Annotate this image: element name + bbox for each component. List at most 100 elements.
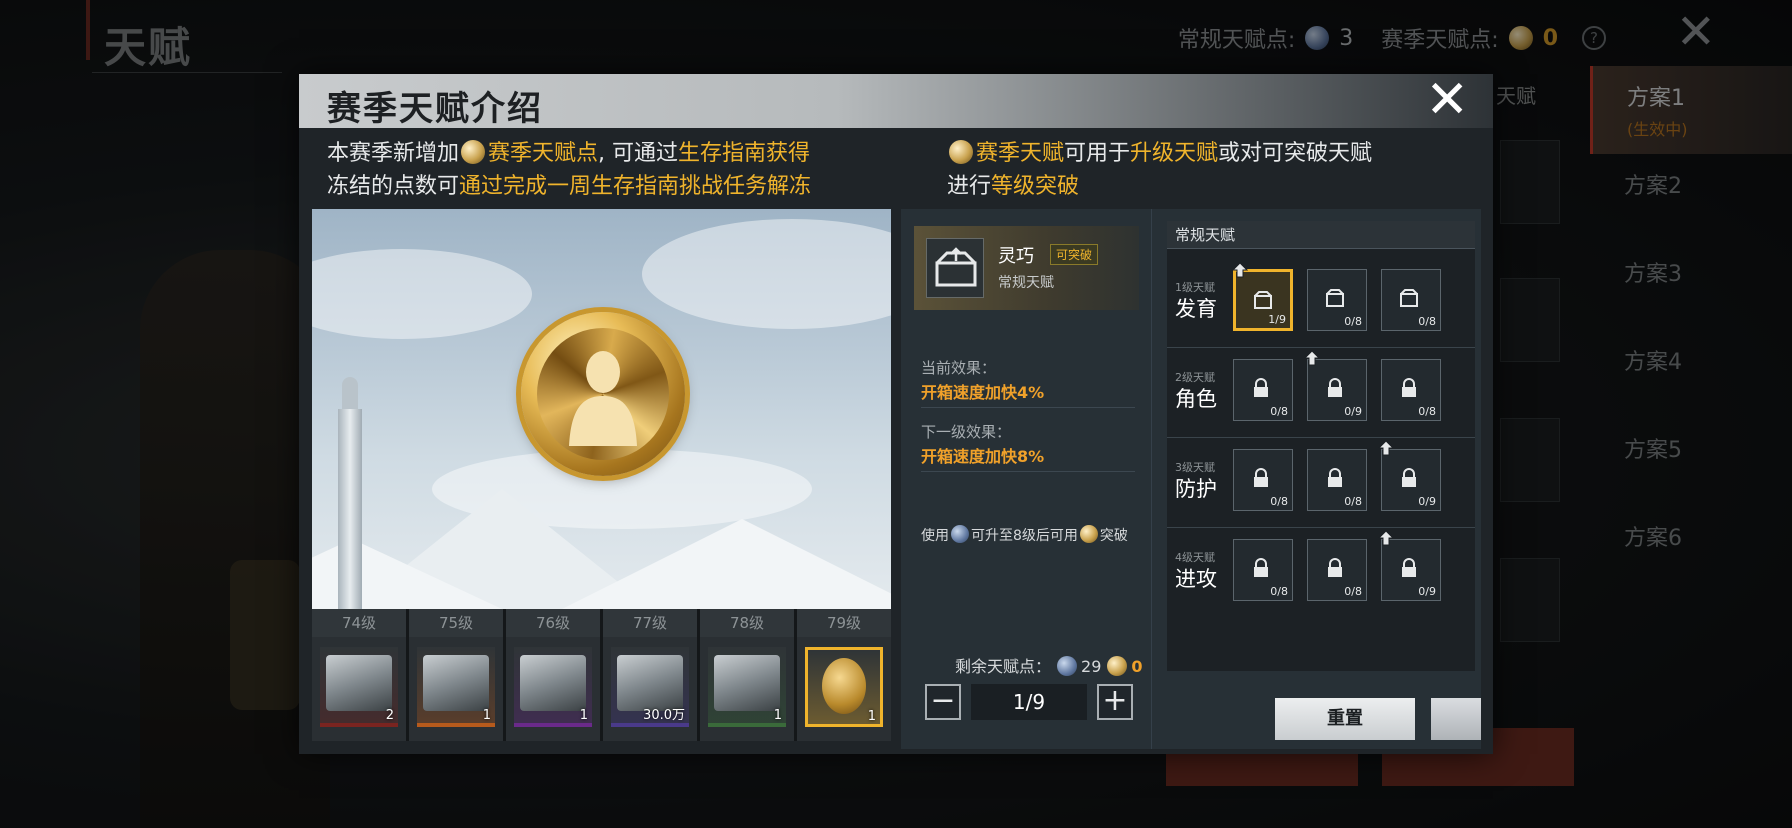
- description-right: 赛季天赋可用于升级天赋或对可突破天赋 进行等级突破: [947, 137, 1372, 203]
- reward-icon: [822, 658, 866, 714]
- remaining-normal-value: 29: [1081, 657, 1102, 676]
- next-effect-label: 下一级效果：: [921, 423, 1012, 441]
- reward-icon: [423, 655, 489, 711]
- desc-text: 本赛季新增加: [327, 141, 460, 166]
- divider: [921, 407, 1135, 408]
- node-level: 0/8: [1344, 315, 1362, 328]
- talent-icon: [1400, 289, 1418, 307]
- talent-node[interactable]: 0/8: [1233, 359, 1293, 421]
- upgrade-arrow-icon: [1232, 262, 1248, 278]
- level-label: 78级: [700, 609, 794, 637]
- reward-icon: [326, 655, 392, 711]
- reward-count: 1: [482, 708, 491, 723]
- lock-icon: [1328, 468, 1342, 487]
- lock-icon: [1402, 558, 1416, 577]
- node-level: 0/9: [1418, 495, 1436, 508]
- season-talent-modal: 赛季天赋介绍 ✕ 本赛季新增加 赛季天赋点, 可通过生存指南获得 冻结的点数可通过…: [299, 72, 1493, 754]
- reset-button[interactable]: 重置: [1275, 698, 1415, 740]
- reward-item: 1: [417, 647, 495, 727]
- talent-node[interactable]: 0/9: [1378, 530, 1441, 601]
- selected-talent-card: 灵巧 可突破 常规天赋: [914, 226, 1139, 310]
- panel-divider: [1151, 209, 1152, 749]
- talent-node[interactable]: 0/9: [1378, 440, 1441, 511]
- level-label: 79级: [797, 609, 891, 637]
- reward-icon: [714, 655, 780, 711]
- level-reward-4[interactable]: 78级 1: [700, 609, 794, 741]
- medal-face: [537, 328, 669, 460]
- hint-text: 突破: [1099, 528, 1128, 544]
- level-stepper: − 1/9 +: [925, 684, 1133, 722]
- level-label: 74级: [312, 609, 406, 637]
- level-label: 75级: [409, 609, 503, 637]
- confirm-button[interactable]: [1431, 698, 1481, 740]
- lock-icon: [1254, 558, 1268, 577]
- reward-icon: [617, 655, 683, 711]
- talent-node[interactable]: 1/9: [1232, 262, 1293, 331]
- tier-name: 角色: [1175, 387, 1217, 411]
- node-level: 0/8: [1344, 585, 1362, 598]
- cloud: [642, 219, 891, 329]
- breakable-tag: 可突破: [1050, 244, 1099, 265]
- remaining-label: 剩余天赋点：: [955, 657, 1052, 676]
- close-icon[interactable]: ✕: [1425, 72, 1469, 128]
- normal-point-icon: [1057, 656, 1078, 676]
- hint-text: 使用: [921, 528, 949, 544]
- level-reward-1[interactable]: 75级 1: [409, 609, 503, 741]
- level-reward-0[interactable]: 74级 2: [312, 609, 406, 741]
- season-point-illustration: [312, 209, 891, 609]
- lock-icon: [1254, 378, 1268, 397]
- node-level: 0/8: [1270, 405, 1288, 418]
- upgrade-arrow-icon: [1378, 440, 1394, 456]
- node-level: 0/8: [1270, 585, 1288, 598]
- node-level: 0/9: [1344, 405, 1362, 418]
- current-effect-value: 开箱速度加快4%: [921, 383, 1045, 402]
- tier-divider: [1167, 347, 1475, 348]
- talent-detail-panel: 灵巧 可突破 常规天赋 当前效果： 开箱速度加快4% 下一级效果： 开箱速度加快…: [901, 209, 1481, 749]
- modal-header: 赛季天赋介绍 ✕: [299, 72, 1493, 129]
- reward-count: 1: [773, 708, 782, 723]
- lock-icon: [1328, 378, 1342, 397]
- season-point-icon: [461, 140, 486, 164]
- description-left: 本赛季新增加 赛季天赋点, 可通过生存指南获得 冻结的点数可通过完成一周生存指南挑…: [327, 137, 811, 203]
- level-reward-2[interactable]: 76级 1: [506, 609, 600, 741]
- talent-node[interactable]: 0/8: [1307, 449, 1367, 511]
- talent-node[interactable]: 0/8: [1381, 359, 1441, 421]
- talent-icon: [1326, 289, 1344, 307]
- tower: [338, 409, 362, 609]
- lock-icon: [1328, 558, 1342, 577]
- season-point-medal: [521, 312, 685, 476]
- remaining-points: 剩余天赋点： 29 0: [955, 653, 1143, 677]
- breakthrough-hint: 使用 可升至8级后可用 突破: [921, 525, 1128, 545]
- talent-node[interactable]: 0/8: [1233, 539, 1293, 601]
- node-level: 0/8: [1270, 495, 1288, 508]
- level-label: 76级: [506, 609, 600, 637]
- upgrade-arrow-icon: [1378, 530, 1394, 546]
- talent-node[interactable]: 0/9: [1304, 350, 1367, 421]
- reward-count: 2: [385, 708, 394, 723]
- lock-icon: [1402, 468, 1416, 487]
- supply-box-icon: [1254, 291, 1272, 309]
- level-reward-5[interactable]: 79级 1: [797, 609, 891, 741]
- node-level: 0/8: [1418, 315, 1436, 328]
- desc-highlight: 生存指南获得: [678, 141, 811, 166]
- current-effect-label: 当前效果：: [921, 359, 997, 377]
- desc-highlight: 通过完成一周生存指南挑战任务解冻: [459, 174, 812, 199]
- desc-text: 或对可突破天赋: [1218, 141, 1373, 166]
- season-point-icon: [1107, 656, 1128, 676]
- increase-button[interactable]: +: [1097, 684, 1133, 720]
- desc-highlight: 升级天赋: [1130, 141, 1219, 166]
- level-reward-3[interactable]: 77级 30.0万: [603, 609, 697, 741]
- talent-node[interactable]: 0/8: [1233, 449, 1293, 511]
- desc-text: 冻结的点数可: [327, 174, 460, 199]
- reward-count: 30.0万: [643, 708, 685, 723]
- decrease-button[interactable]: −: [925, 684, 961, 720]
- divider: [921, 471, 1135, 472]
- next-effect-value: 开箱速度加快8%: [921, 447, 1045, 466]
- season-point-icon: [1079, 525, 1098, 543]
- mountain: [562, 519, 891, 609]
- talent-node[interactable]: 0/8: [1307, 269, 1367, 331]
- talent-node[interactable]: 0/8: [1307, 539, 1367, 601]
- tier-divider: [1167, 527, 1475, 528]
- stepper-value: 1/9: [971, 684, 1087, 720]
- talent-node[interactable]: 0/8: [1381, 269, 1441, 331]
